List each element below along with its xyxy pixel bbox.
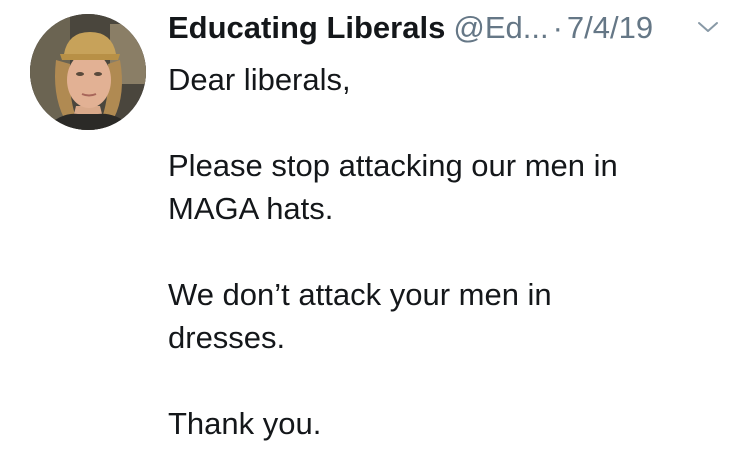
tweet-line: dresses. [168, 320, 286, 355]
tweet-line: MAGA hats. [168, 191, 334, 226]
tweet-paragraph: Dear liberals, [168, 58, 728, 101]
tweet-paragraph: We don’t attack your men in dresses. [168, 273, 728, 359]
tweet-line: Please stop attacking our men in [168, 148, 618, 183]
separator-dot: · [552, 10, 563, 45]
tweet-header: Educating Liberals @Ed... · 7/4/19 [168, 6, 653, 50]
tweet-line: We don’t attack your men in [168, 277, 552, 312]
avatar[interactable] [30, 14, 146, 130]
user-handle[interactable]: @Ed... [453, 6, 548, 50]
tweet-line: Dear liberals, [168, 62, 351, 97]
tweet-paragraph: Please stop attacking our men in MAGA ha… [168, 144, 728, 230]
tweet-line: Thank you. [168, 406, 322, 441]
tweet-text: Dear liberals, Please stop attacking our… [168, 58, 728, 445]
tweet: Educating Liberals @Ed... · 7/4/19 Dear … [0, 0, 750, 460]
tweet-date[interactable]: 7/4/19 [567, 6, 653, 50]
tweet-paragraph: Thank you. [168, 402, 728, 445]
avatar-photo [30, 14, 146, 130]
display-name[interactable]: Educating Liberals [168, 6, 445, 50]
chevron-down-icon[interactable] [697, 20, 719, 34]
